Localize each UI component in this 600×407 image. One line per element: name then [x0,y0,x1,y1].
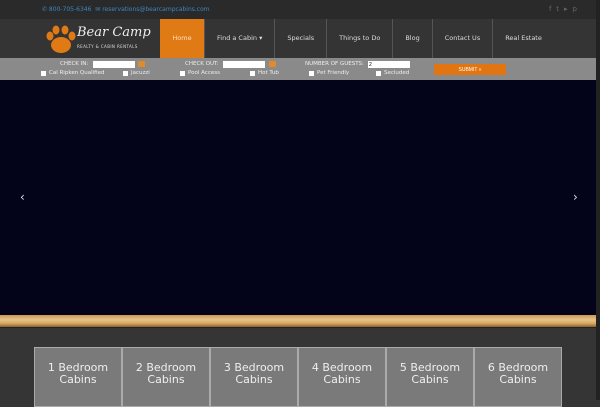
search-bar: CHECK IN: CHECK OUT: NUMBER OF GUESTS: C… [0,58,596,80]
pinterest-icon[interactable]: p [573,5,582,13]
prev-slide-icon[interactable]: ‹ [20,190,25,204]
bear-paw-icon [46,25,76,53]
logo-name: Bear Camp [77,25,151,40]
checkbox[interactable] [309,70,314,76]
nav-things-to-do[interactable]: Things to Do [327,19,394,58]
nav-find-a-cabin[interactable]: Find a Cabin ▾ [205,19,276,58]
amenity-secluded[interactable]: Secluded [376,70,409,76]
checkbox[interactable] [250,70,255,76]
amenity-jacuzzi[interactable]: Jacuzzi [123,70,150,76]
next-slide-icon[interactable]: › [573,190,578,204]
cabin-box-1[interactable]: 1 Bedroom Cabins [34,347,122,407]
cabin-box-6[interactable]: 6 Bedroom Cabins [474,347,562,407]
check-in-label: CHECK IN: [60,61,89,67]
logo-tagline: REALTY & CABIN RENTALS [77,44,138,49]
calendar-icon[interactable] [138,61,145,67]
social-links: ft▸p [549,5,582,13]
cabin-box-3[interactable]: 3 Bedroom Cabins [210,347,298,407]
submit-button[interactable]: SUBMIT » [434,64,506,75]
nav-contact-us[interactable]: Contact Us [433,19,494,58]
top-bar: ✆ 800-705-6346 ✉ reservations@bearcampca… [0,0,596,19]
nav-specials[interactable]: Specials [275,19,328,58]
youtube-icon[interactable]: ▸ [564,5,573,13]
email-link[interactable]: ✉ reservations@bearcampcabins.com [95,6,209,13]
checkbox[interactable] [41,70,46,76]
amenity-cal-ripken[interactable]: Cal Ripken Qualified [41,70,105,76]
logo[interactable]: Bear Camp REALTY & CABIN RENTALS [45,24,155,54]
check-out-input[interactable] [223,61,265,68]
cabin-box-4[interactable]: 4 Bedroom Cabins [298,347,386,407]
amenity-pool-access[interactable]: Pool Access [180,70,220,76]
nav-blog[interactable]: Blog [393,19,433,58]
hero-slider: ‹ › [0,80,596,315]
guests-input[interactable] [368,61,410,68]
cabin-box-5[interactable]: 5 Bedroom Cabins [386,347,474,407]
main-nav: Bear Camp REALTY & CABIN RENTALS Home Fi… [0,19,596,58]
amenity-pet-friendly[interactable]: Pet Friendly [309,70,349,76]
scrollbar[interactable] [596,0,600,400]
checkbox[interactable] [180,70,185,76]
nav-home[interactable]: Home [160,19,205,58]
twitter-icon[interactable]: t [556,5,564,13]
cabin-box-2[interactable]: 2 Bedroom Cabins [122,347,210,407]
check-out-label: CHECK OUT: [185,61,219,67]
wood-divider [0,315,596,328]
phone-link[interactable]: ✆ 800-705-6346 [42,6,91,13]
guests-label: NUMBER OF GUESTS: [305,61,364,67]
calendar-icon[interactable] [269,61,276,67]
amenity-hot-tub[interactable]: Hot Tub [250,70,279,76]
nav-real-estate[interactable]: Real Estate [493,19,554,58]
checkbox[interactable] [123,70,128,76]
menu: Home Find a Cabin ▾ Specials Things to D… [160,19,554,58]
cabin-categories: 1 Bedroom Cabins 2 Bedroom Cabins 3 Bedroo… [34,347,562,407]
checkbox[interactable] [376,70,381,76]
check-in-input[interactable] [93,61,135,68]
